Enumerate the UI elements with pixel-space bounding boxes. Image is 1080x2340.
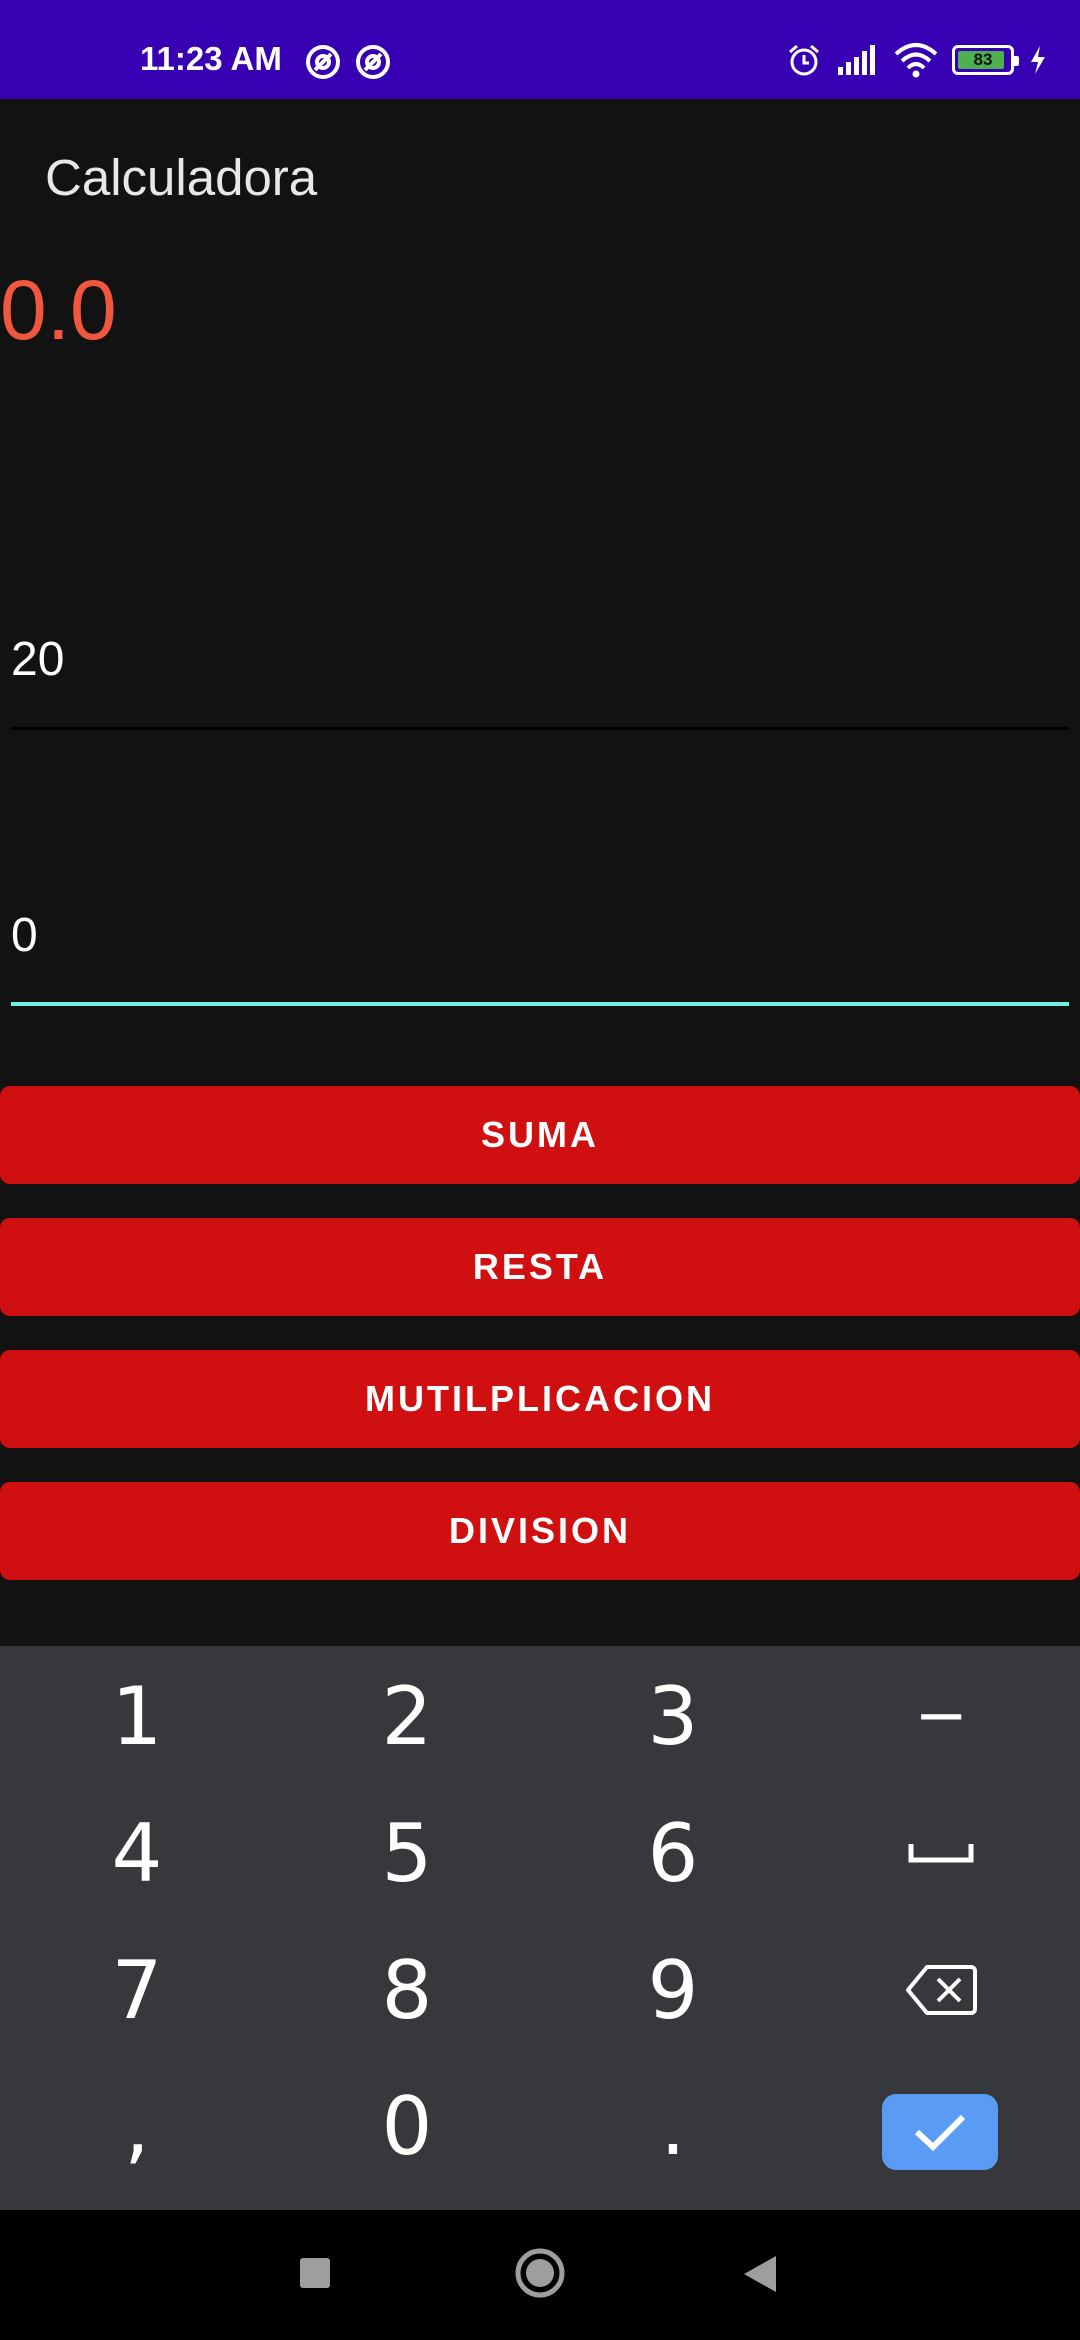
sync-icon	[306, 45, 340, 79]
suma-button[interactable]: SUMA	[0, 1086, 1080, 1184]
division-button[interactable]: DIVISION	[0, 1482, 1080, 1580]
check-icon	[914, 2114, 966, 2152]
signal-icon	[838, 45, 875, 75]
charging-icon	[1031, 46, 1045, 74]
home-icon[interactable]	[514, 2247, 566, 2299]
key-minus[interactable]: −	[806, 1648, 1076, 1784]
key-4[interactable]: 4	[2, 1785, 272, 1921]
first-number-input[interactable]: 20	[11, 620, 1069, 730]
second-number-input[interactable]: 0	[11, 896, 1069, 1006]
key-0[interactable]: 0	[272, 2058, 542, 2194]
system-icons: 83	[786, 42, 1048, 78]
key-period[interactable]: .	[538, 2058, 808, 2194]
sync-icon-2	[356, 45, 390, 79]
second-number-value: 0	[11, 909, 38, 962]
backspace-icon	[906, 1965, 977, 2015]
key-7[interactable]: 7	[2, 1922, 272, 2058]
navigation-bar	[0, 2210, 1080, 2340]
key-9[interactable]: 9	[538, 1922, 808, 2058]
space-key[interactable]	[806, 1785, 1076, 1921]
notification-icons	[305, 44, 391, 80]
battery-icon: 83	[952, 45, 1019, 75]
key-comma[interactable]: ,	[2, 2058, 272, 2194]
space-icon	[908, 1844, 974, 1863]
resta-button[interactable]: RESTA	[0, 1218, 1080, 1316]
key-6[interactable]: 6	[538, 1785, 808, 1921]
status-time: 11:23 AM	[140, 40, 282, 77]
recents-icon[interactable]	[298, 2256, 332, 2290]
key-1[interactable]: 1	[2, 1648, 272, 1784]
multiplicacion-button[interactable]: MUTILPLICACION	[0, 1350, 1080, 1448]
app-title: Calculadora	[45, 149, 318, 206]
wifi-icon	[894, 43, 938, 78]
key-5[interactable]: 5	[272, 1785, 542, 1921]
battery-level: 83	[973, 50, 993, 69]
backspace-key[interactable]	[806, 1922, 1076, 2058]
key-2[interactable]: 2	[272, 1648, 542, 1784]
status-bar: 11:23 AM 83	[0, 0, 1080, 99]
back-icon[interactable]	[742, 2254, 778, 2294]
alarm-icon	[789, 44, 819, 76]
first-number-value: 20	[11, 633, 65, 686]
result-display: 0.0	[0, 263, 117, 357]
key-8[interactable]: 8	[272, 1922, 542, 2058]
done-key[interactable]	[882, 2094, 998, 2170]
numeric-keyboard: 1 2 3 − 4 5 6 7 8 9 , 0 .	[0, 1646, 1080, 2210]
key-3[interactable]: 3	[538, 1648, 808, 1784]
